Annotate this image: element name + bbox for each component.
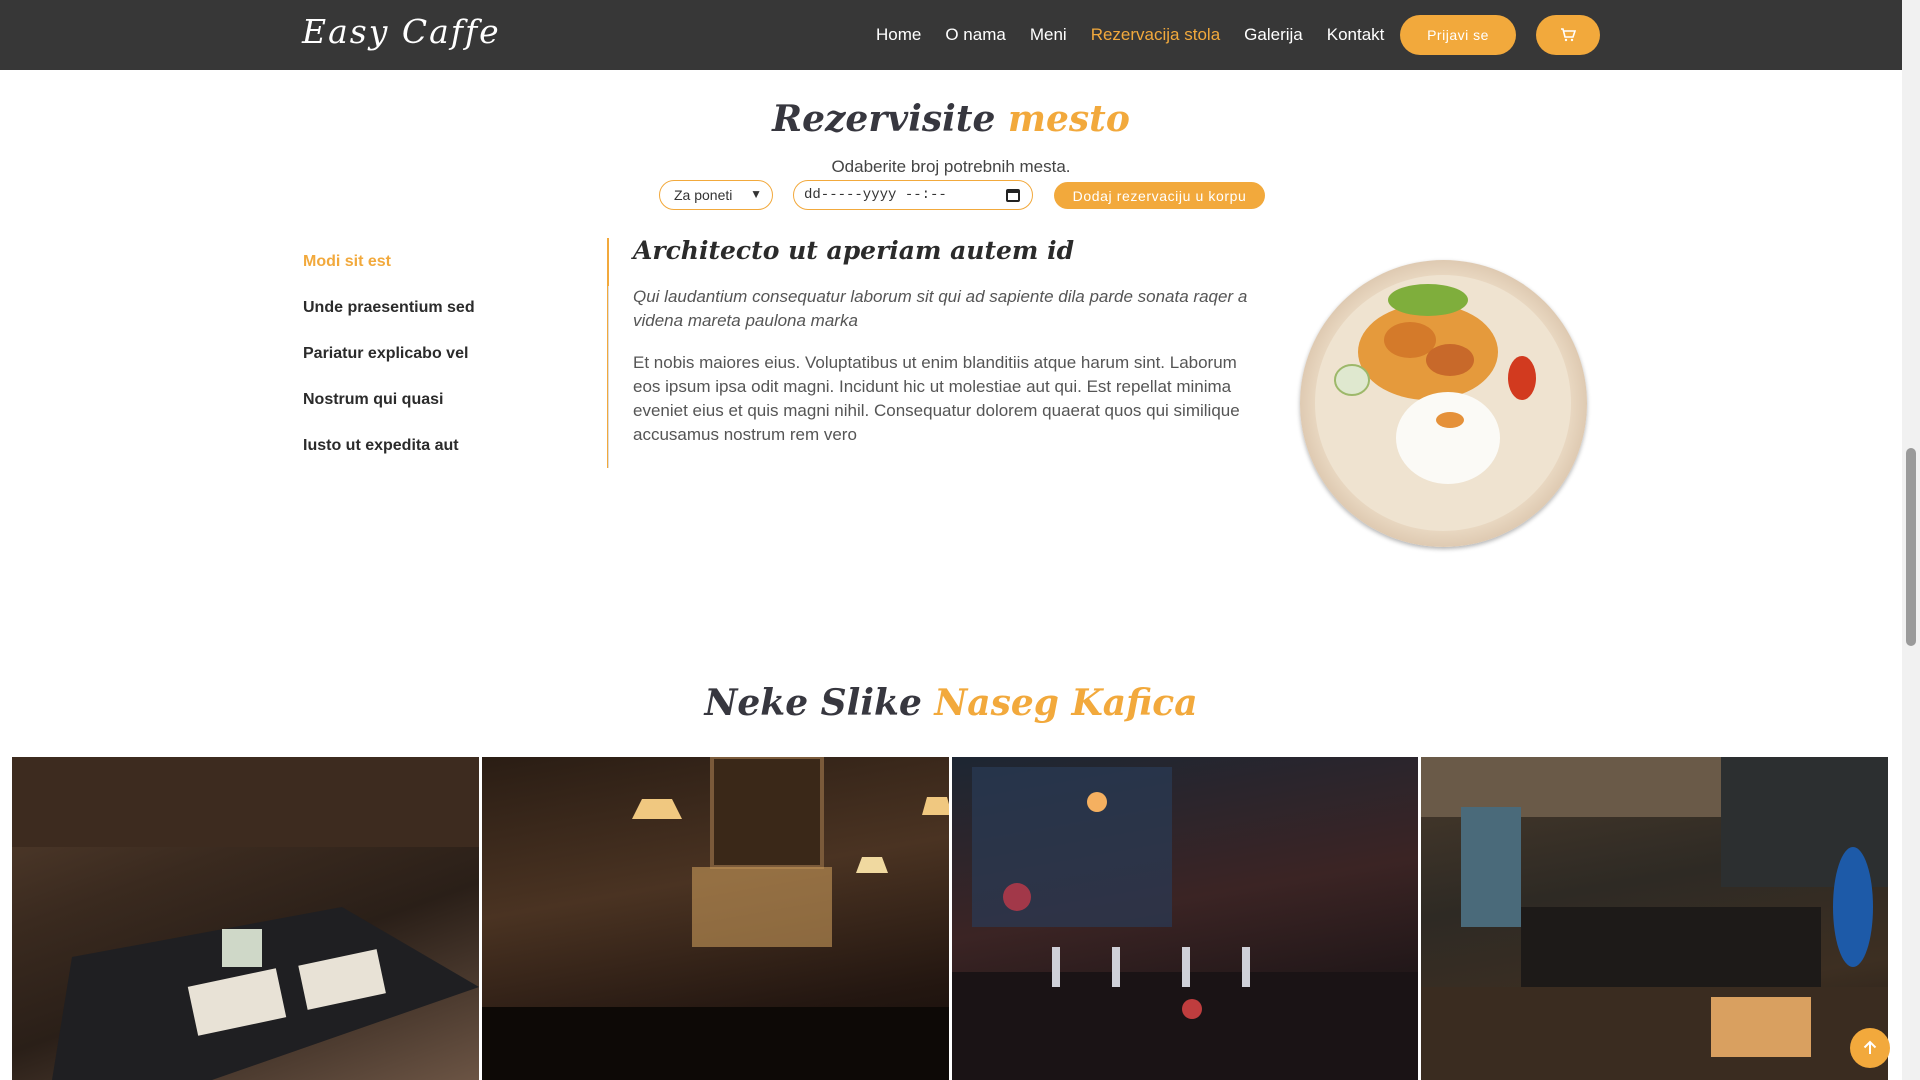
gallery-grid (12, 757, 1888, 1080)
logo[interactable]: Easy Caffe (302, 12, 501, 51)
nav-contact[interactable]: Kontakt (1327, 25, 1385, 45)
date-time-input[interactable]: dd-----yyyy --:-- (793, 180, 1033, 210)
content-lead: Qui laudantium consequatur laborum sit q… (633, 287, 1248, 330)
arrow-up-icon (1863, 1040, 1877, 1054)
gallery-image-3[interactable] (952, 757, 1418, 1080)
tab-item-4[interactable]: Nostrum qui quasi (303, 388, 543, 434)
nav-menu[interactable]: Meni (1030, 25, 1067, 45)
nav-gallery[interactable]: Galerija (1244, 25, 1303, 45)
calendar-icon[interactable] (1006, 189, 1020, 202)
gallery-title-main: Neke Slike (704, 682, 922, 724)
cafe-counter-illustration (1421, 757, 1888, 1080)
site-header: Easy Caffe Home O nama Meni Rezervacija … (0, 0, 1902, 70)
gallery-image-4[interactable] (1421, 757, 1888, 1080)
tab-item-3[interactable]: Pariatur explicabo vel (303, 342, 543, 388)
nav-home[interactable]: Home (876, 25, 921, 45)
restaurant-interior-illustration (482, 757, 949, 1080)
back-to-top-button[interactable] (1850, 1028, 1890, 1068)
gallery-image-2[interactable] (482, 757, 949, 1080)
scrollbar-thumb[interactable] (1906, 448, 1916, 646)
reservation-title-main: Rezervisite (772, 98, 996, 140)
tab-item-2[interactable]: Unde praesentium sed (303, 296, 543, 342)
cart-icon (1561, 28, 1576, 42)
wine-glasses-illustration (952, 767, 1418, 1080)
nav-reservation[interactable]: Rezervacija stola (1091, 25, 1220, 45)
reservation-form: Za poneti ▼ dd-----yyyy --:-- Dodaj reze… (659, 180, 1265, 210)
cart-button[interactable] (1536, 15, 1600, 55)
content-body: Et nobis maiores eius. Voluptatibus ut e… (633, 353, 1240, 444)
add-reservation-button[interactable]: Dodaj rezervaciju u korpu (1054, 182, 1265, 209)
dish-image (1300, 260, 1587, 547)
tab-item-1[interactable]: Modi sit est (303, 250, 543, 296)
nav-about[interactable]: O nama (945, 25, 1005, 45)
gallery-title-accent: Naseg Kafica (934, 682, 1198, 724)
seats-select-value: Za poneti (674, 187, 733, 203)
tab-item-5[interactable]: Iusto ut expedita aut (303, 434, 543, 480)
gallery-image-1[interactable] (12, 757, 479, 1080)
login-button[interactable]: Prijavi se (1400, 15, 1516, 55)
reservation-title: Rezervisite mesto (0, 98, 1902, 140)
page-scrollbar[interactable] (1902, 0, 1920, 1080)
reservation-subtitle: Odaberite broj potrebnih mesta. (831, 157, 1071, 176)
tab-divider (608, 286, 609, 468)
dish-illustration (1315, 275, 1571, 531)
date-time-placeholder: dd-----yyyy --:-- (804, 187, 947, 203)
main-nav: Home O nama Meni Rezervacija stola Galer… (876, 0, 1408, 70)
tab-list: Modi sit est Unde praesentium sed Pariat… (303, 250, 543, 480)
content-heading: Architecto ut aperiam autem id (633, 236, 1075, 265)
cafe-tables-illustration (12, 757, 479, 1080)
seats-select[interactable]: Za poneti ▼ (659, 180, 773, 210)
chevron-down-icon: ▼ (750, 187, 762, 201)
gallery-title: Neke Slike Naseg Kafica (0, 682, 1902, 724)
reservation-title-accent: mesto (1007, 98, 1130, 140)
tab-content: Architecto ut aperiam autem id Qui lauda… (633, 236, 1268, 447)
